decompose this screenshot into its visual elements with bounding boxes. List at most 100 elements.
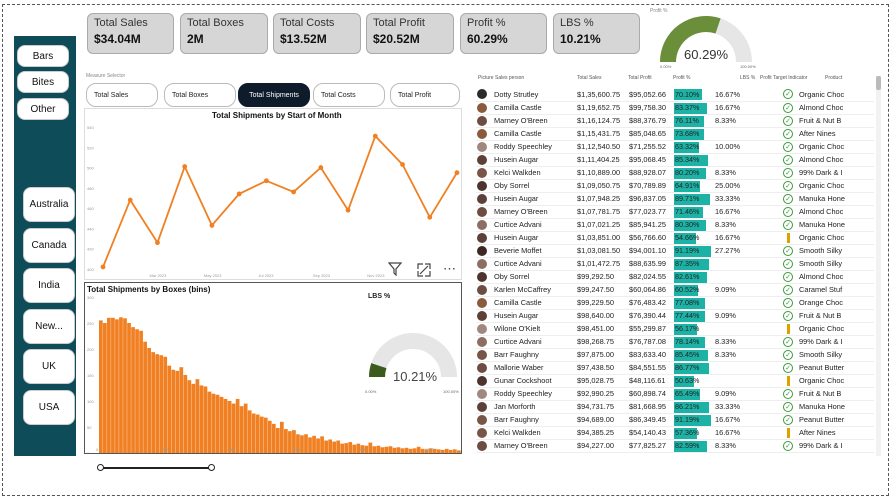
table-row[interactable]: Husein Augar $1,07,948.25 $96,837.05 89.… (476, 192, 874, 206)
hist-bar[interactable] (456, 450, 461, 453)
hist-bar[interactable] (115, 319, 119, 453)
hist-bar[interactable] (171, 369, 176, 453)
line-point[interactable] (155, 240, 160, 246)
line-point[interactable] (372, 133, 378, 139)
table-row[interactable]: Beverie Moffet $1,03,081.50 $94,001.10 9… (476, 244, 874, 258)
hist-bar[interactable] (135, 329, 139, 453)
hist-bar[interactable] (99, 320, 103, 453)
hist-bar[interactable] (227, 401, 232, 453)
table-header-cell[interactable]: LBS % (740, 75, 755, 81)
table-scrollbar-thumb[interactable] (876, 76, 881, 90)
table-row[interactable]: Husein Augar $98,640.00 $76,390.44 77.44… (476, 309, 874, 323)
hist-bar[interactable] (107, 317, 111, 453)
table-header-cell[interactable]: Product (825, 75, 842, 81)
table-row[interactable]: Dotty Strutley $1,35,600.75 $95,052.66 7… (476, 88, 874, 102)
hist-bar[interactable] (284, 429, 288, 453)
hist-bar[interactable] (368, 442, 373, 453)
hist-bar[interactable] (348, 442, 353, 453)
line-point[interactable] (100, 264, 106, 270)
hist-bar[interactable] (352, 444, 357, 453)
country-slicer-item[interactable]: New... (23, 308, 75, 344)
line-point[interactable] (318, 165, 324, 170)
hist-bar[interactable] (267, 420, 272, 453)
hist-bar[interactable] (207, 391, 212, 453)
hist-bar[interactable] (444, 448, 449, 453)
hist-bar[interactable] (288, 431, 292, 453)
table-row[interactable]: Wilone O'Kielt $98,451.00 $55,299.87 56.… (476, 322, 874, 336)
range-slider-handle-right[interactable] (208, 464, 215, 471)
table-row[interactable]: Barr Faughny $97,875.00 $83,633.40 85.45… (476, 348, 874, 362)
hist-bar[interactable] (336, 440, 341, 453)
hist-bar[interactable] (416, 446, 421, 453)
line-point[interactable] (236, 191, 242, 197)
range-slider-handle-left[interactable] (97, 464, 104, 471)
hist-bar[interactable] (215, 394, 220, 453)
hist-bar[interactable] (123, 318, 127, 453)
table-header-cell[interactable]: Profit % (673, 75, 691, 81)
hist-bar[interactable] (139, 330, 143, 453)
hist-bar[interactable] (408, 448, 413, 453)
hist-bar[interactable] (312, 435, 316, 453)
hist-bar[interactable] (404, 447, 409, 453)
table-row[interactable]: Mallorie Waber $97,438.50 $84,551.55 86.… (476, 361, 874, 375)
hist-bar[interactable] (316, 438, 320, 453)
table-row[interactable]: Barr Faughny $94,689.00 $86,349.45 91.19… (476, 413, 874, 427)
table-row[interactable]: Roddy Speechley $1,12,540.50 $71,255.52 … (476, 140, 874, 154)
hist-bar[interactable] (183, 375, 188, 453)
hist-bar[interactable] (420, 448, 425, 453)
profit-gauge[interactable]: Profit % 60.29% 0.00% 100.00% (650, 8, 762, 70)
measure-tab[interactable]: Total Shipments (238, 83, 310, 107)
range-slider[interactable] (97, 464, 215, 472)
hist-bar[interactable] (275, 428, 280, 453)
hist-bar[interactable] (396, 447, 401, 453)
hist-bar[interactable] (131, 327, 135, 453)
table-row[interactable]: Marney O'Breen $94,227.00 $77,825.27 82.… (476, 439, 874, 453)
table-header-cell[interactable]: Profit Target Indicator (760, 75, 807, 81)
hist-bar[interactable] (259, 416, 264, 453)
table-row[interactable]: Gunar Cockshoot $95,028.75 $48,116.61 50… (476, 374, 874, 388)
table-header-cell[interactable]: Total Sales (577, 75, 601, 81)
measure-tab[interactable]: Total Profit (390, 83, 460, 107)
hist-bar[interactable] (103, 323, 107, 453)
line-chart-visual[interactable]: Total Shipments by Start of Month 400 420… (84, 108, 462, 280)
hist-bar[interactable] (388, 446, 393, 453)
hist-bar[interactable] (211, 393, 216, 453)
table-row[interactable]: Oby Sorrel $1,09,050.75 $70,789.89 64.91… (476, 179, 874, 193)
product-slicer-item[interactable]: Bites (17, 71, 69, 93)
table-row[interactable]: Camilla Castle $1,19,652.75 $99,758.30 8… (476, 101, 874, 115)
hist-bar[interactable] (332, 441, 337, 453)
hist-bar[interactable] (255, 414, 260, 453)
country-slicer-item[interactable]: USA (23, 389, 75, 425)
hist-bar[interactable] (280, 421, 284, 453)
table-row[interactable]: Oby Sorrel $99,292.50 $82,024.55 82.61% … (476, 270, 874, 284)
measure-tab[interactable]: Total Sales (86, 83, 158, 107)
hist-bar[interactable] (251, 413, 256, 453)
table-header-cell[interactable]: Total Profit (628, 75, 652, 81)
product-slicer-item[interactable]: Other (17, 98, 69, 120)
hist-bar[interactable] (203, 386, 208, 453)
country-slicer-item[interactable]: UK (23, 349, 75, 384)
table-header-cell[interactable]: Picture (478, 75, 494, 81)
table-row[interactable]: Jan Morforth $94,731.75 $81,668.95 86.21… (476, 400, 874, 414)
hist-bar[interactable] (392, 447, 397, 453)
hist-bar[interactable] (239, 406, 244, 453)
product-slicer-item[interactable]: Bars (17, 45, 69, 67)
histogram-visual[interactable]: Total Shipments by Boxes (bins) 05010015… (84, 282, 462, 454)
country-slicer-item[interactable]: India (23, 268, 75, 303)
line-point[interactable] (182, 164, 188, 169)
hist-bar[interactable] (263, 417, 268, 453)
hist-bar[interactable] (372, 446, 377, 453)
hist-bar[interactable] (127, 323, 131, 453)
more-options-icon[interactable]: ⋯ (443, 261, 457, 277)
country-slicer-item[interactable]: Australia (23, 187, 75, 222)
hist-bar[interactable] (440, 449, 445, 453)
table-row[interactable]: Camilla Castle $99,229.50 $76,483.42 77.… (476, 296, 874, 310)
table-row[interactable]: Curtice Advani $1,01,472.75 $88,635.99 8… (476, 257, 874, 271)
hist-bar[interactable] (235, 398, 240, 453)
hist-bar[interactable] (119, 317, 123, 453)
hist-bar[interactable] (308, 437, 312, 453)
hist-bar[interactable] (147, 347, 151, 453)
line-point[interactable] (127, 197, 133, 203)
hist-bar[interactable] (320, 436, 324, 453)
hist-bar[interactable] (324, 440, 328, 453)
